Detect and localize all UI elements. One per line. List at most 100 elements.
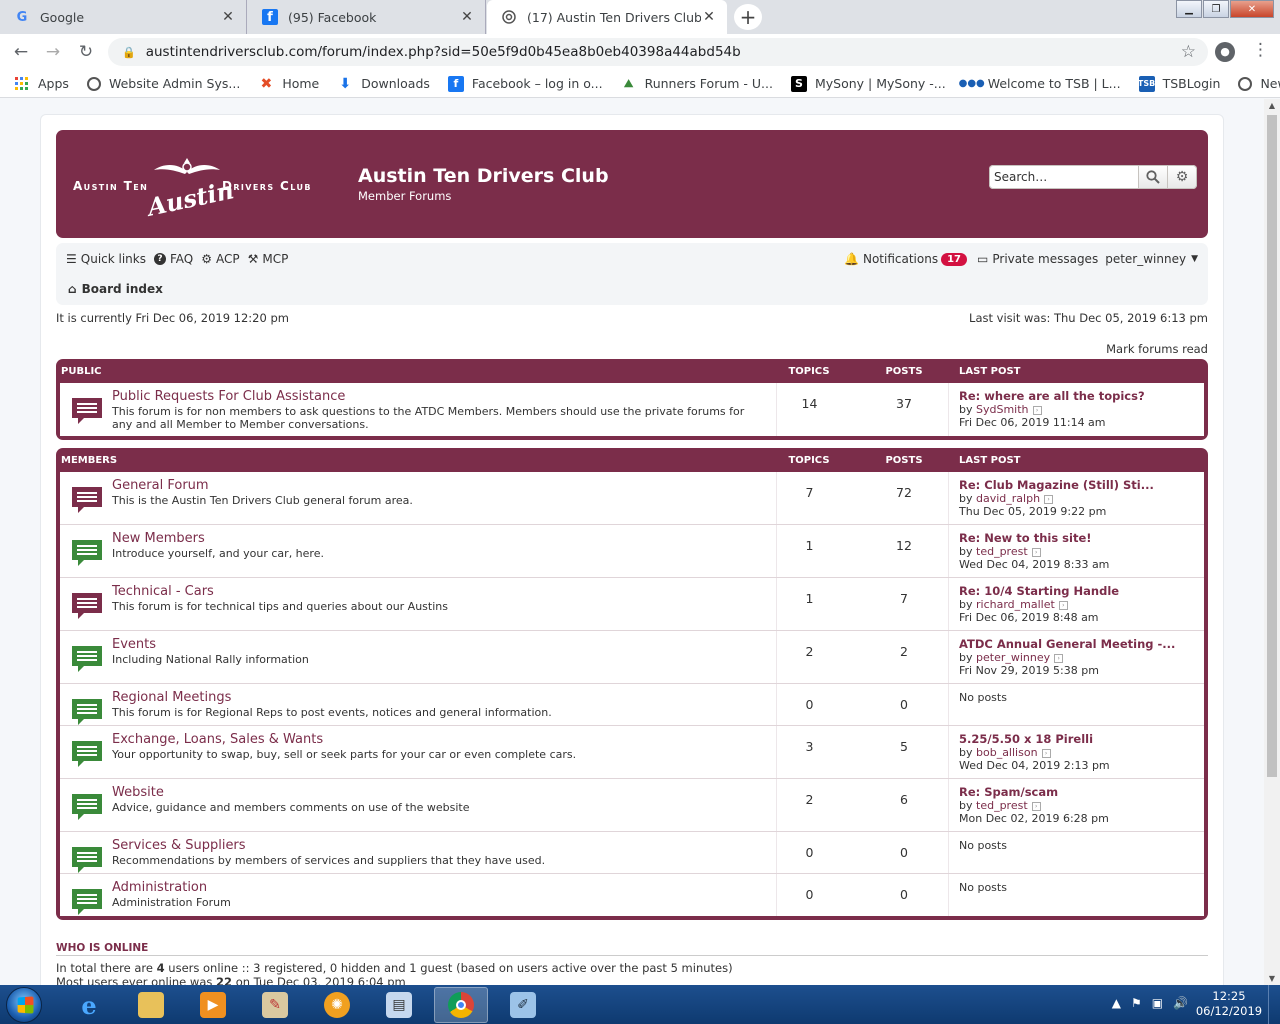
author-link[interactable]: peter_winney [976, 651, 1050, 664]
goto-post-icon[interactable]: › [1044, 494, 1054, 504]
board-index-link[interactable]: Board index [82, 282, 163, 296]
acp-link[interactable]: ⚙ ACP [201, 252, 239, 266]
forum-title-link[interactable]: General Forum [112, 478, 209, 493]
search-input[interactable]: Search… [989, 165, 1139, 189]
close-tab-icon[interactable]: ✕ [701, 9, 717, 25]
last-post-link[interactable]: Re: Spam/scam [959, 786, 1200, 799]
author-link[interactable]: bob_allison [976, 746, 1038, 759]
advanced-search-button[interactable]: ⚙ [1168, 165, 1197, 189]
last-post-link[interactable]: Re: Club Magazine (Still) Sti... [959, 479, 1200, 492]
author-link[interactable]: ted_prest [976, 799, 1028, 812]
goto-post-icon[interactable]: › [1041, 748, 1051, 758]
scroll-up-icon[interactable]: ▲ [1264, 101, 1280, 110]
author-link[interactable]: ted_prest [976, 545, 1028, 558]
vertical-scrollbar[interactable]: ▲ ▼ [1264, 99, 1280, 985]
taskbar-app8[interactable]: ✐ [496, 987, 550, 1023]
mcp-link[interactable]: ⚒ MCP [248, 252, 289, 266]
author-link[interactable]: SydSmith [976, 403, 1029, 416]
taskbar-ie[interactable]: e [62, 987, 116, 1023]
volume-icon[interactable]: 🔊 [1173, 996, 1188, 1010]
bell-icon[interactable]: 🔔 [844, 252, 859, 266]
taskbar-app6[interactable]: ▤ [372, 987, 426, 1023]
private-messages-link[interactable]: Private messages [992, 252, 1098, 266]
bookmark-runners-forum[interactable]: ⛰ Runners Forum - U... [621, 76, 773, 92]
forum-title-link[interactable]: Regional Meetings [112, 690, 231, 705]
taskbar-paint[interactable]: ✎ [248, 987, 302, 1023]
scroll-down-icon[interactable]: ▼ [1264, 974, 1280, 983]
notifications-link[interactable]: Notifications [863, 252, 938, 266]
notifications-badge[interactable]: 17 [941, 252, 968, 266]
forum-description: This is the Austin Ten Drivers Club gene… [112, 494, 413, 507]
last-post-link[interactable]: Re: where are all the topics? [959, 390, 1200, 403]
taskbar-app5[interactable]: ✺ [310, 987, 364, 1023]
forum-title-link[interactable]: Public Requests For Club Assistance [112, 389, 345, 404]
tab-facebook[interactable]: f (95) Facebook ✕ [248, 0, 486, 34]
show-desktop-button[interactable] [1268, 985, 1280, 1024]
scrollbar-thumb[interactable] [1267, 115, 1277, 777]
minimize-button[interactable]: ▁ [1176, 0, 1202, 18]
new-tab-button[interactable]: + [734, 4, 762, 30]
tab-google[interactable]: G Google ✕ [0, 0, 247, 34]
flag-icon[interactable]: ⚑ [1131, 996, 1142, 1010]
last-post-link[interactable]: Re: 10/4 Starting Handle [959, 585, 1200, 598]
close-tab-icon[interactable]: ✕ [220, 9, 236, 25]
address-bar[interactable]: 🔒 austintendriversclub.com/forum/index.p… [108, 38, 1208, 66]
category-title[interactable]: PUBLIC [61, 366, 102, 377]
bookmark-apps[interactable]: Apps [14, 76, 69, 92]
site-title[interactable]: Austin Ten Drivers Club [358, 165, 609, 187]
forum-title-link[interactable]: Administration [112, 880, 207, 895]
tray-expand-icon[interactable]: ▲ [1112, 996, 1121, 1010]
last-post-link[interactable]: 5.25/5.50 x 18 Pirelli [959, 733, 1200, 746]
forum-title-link[interactable]: New Members [112, 531, 205, 546]
goto-post-icon[interactable]: › [1054, 653, 1064, 663]
bookmark-mysony[interactable]: S MySony | MySony -... [790, 75, 946, 92]
last-post-link[interactable]: ATDC Annual General Meeting -... [959, 638, 1200, 651]
clock[interactable]: 12:25 06/12/2019 [1194, 989, 1264, 1019]
taskbar-media[interactable]: ▶ [186, 987, 240, 1023]
mark-forums-read-link[interactable]: Mark forums read [1106, 342, 1208, 356]
goto-post-icon[interactable]: › [1031, 801, 1041, 811]
bookmark-tsblogin[interactable]: TSB TSBLogin [1138, 75, 1220, 92]
who-is-online-title[interactable]: WHO IS ONLINE [56, 942, 148, 954]
goto-post-icon[interactable]: › [1058, 600, 1068, 610]
club-logo[interactable]: Austin Ten Austin Drivers Club [72, 158, 322, 222]
forum-title-link[interactable]: Events [112, 637, 156, 652]
forum-title-link[interactable]: Services & Suppliers [112, 838, 246, 853]
start-button[interactable] [6, 987, 42, 1023]
author-link[interactable]: richard_mallet [976, 598, 1055, 611]
maximize-button[interactable]: ❐ [1203, 0, 1229, 18]
bookmark-new-tab[interactable]: New Tab [1238, 76, 1280, 91]
taskbar-chrome[interactable] [434, 987, 488, 1023]
menu-icon[interactable]: ⋮ [1252, 40, 1269, 60]
quick-links-button[interactable]: ☰ Quick links [66, 252, 146, 266]
taskbar-explorer[interactable] [124, 987, 178, 1023]
forum-title-link[interactable]: Technical - Cars [112, 584, 214, 599]
forward-icon[interactable]: → [42, 41, 64, 63]
caret-down-icon[interactable]: ▼ [1191, 254, 1198, 264]
bookmark-tsb[interactable]: ●●● Welcome to TSB | L... [959, 76, 1121, 92]
forum-title-link[interactable]: Exchange, Loans, Sales & Wants [112, 732, 323, 747]
forum-title-link[interactable]: Website [112, 785, 164, 800]
category-title[interactable]: MEMBERS [61, 455, 117, 466]
bookmark-star-icon[interactable]: ☆ [1181, 42, 1196, 62]
tab-austin-ten[interactable]: (17) Austin Ten Drivers Club - Inc ✕ [487, 0, 727, 34]
account-icon[interactable]: ● [1215, 42, 1235, 62]
faq-link[interactable]: ? FAQ [154, 252, 193, 266]
reload-icon[interactable]: ↻ [75, 41, 97, 63]
back-icon[interactable]: ← [10, 41, 32, 63]
bookmark-facebook[interactable]: f Facebook – log in o... [447, 75, 603, 92]
last-post-link[interactable]: Re: New to this site! [959, 532, 1200, 545]
bookmark-downloads[interactable]: ⬇ Downloads [337, 76, 430, 92]
search-button[interactable] [1139, 165, 1168, 189]
goto-post-icon[interactable]: › [1032, 405, 1042, 415]
last-post-cell: Re: New to this site! by ted_prest › Wed De… [948, 525, 1200, 577]
goto-post-icon[interactable]: › [1031, 547, 1041, 557]
bookmark-website-admin[interactable]: Website Admin Sys... [86, 76, 240, 91]
close-tab-icon[interactable]: ✕ [459, 9, 475, 25]
network-icon[interactable]: ▣ [1152, 996, 1163, 1010]
close-window-button[interactable]: ✕ [1230, 0, 1274, 18]
username-menu[interactable]: peter_winney [1105, 252, 1186, 266]
author-link[interactable]: david_ralph [976, 492, 1040, 505]
nav-bar: ☰ Quick links ? FAQ ⚙ ACP ⚒ MCP 🔔 Notificati… [56, 243, 1208, 305]
bookmark-home[interactable]: ✖ Home [258, 76, 319, 92]
